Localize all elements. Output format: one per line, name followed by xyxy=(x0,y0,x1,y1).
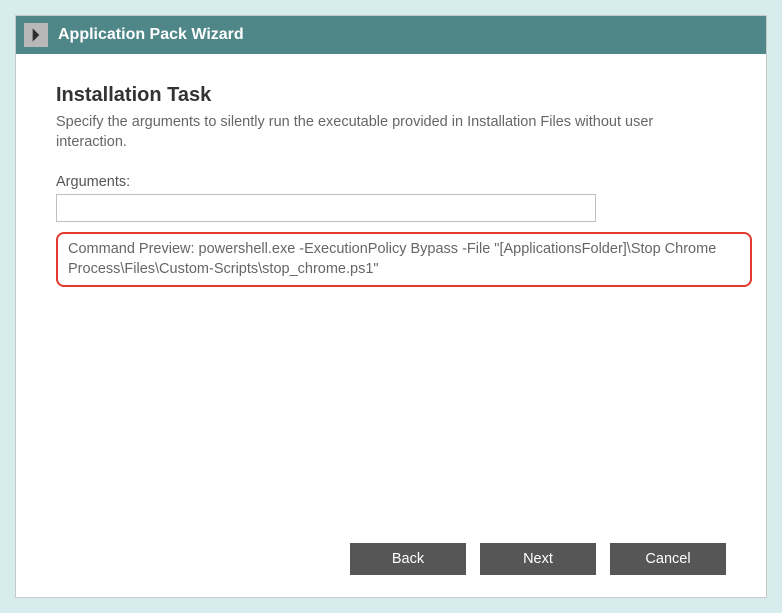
wizard-window: Application Pack Wizard Installation Tas… xyxy=(15,15,767,598)
arguments-label: Arguments: xyxy=(56,174,726,190)
title-bar-text: Application Pack Wizard xyxy=(58,26,244,44)
back-button[interactable]: Back xyxy=(350,543,466,575)
wizard-icon xyxy=(24,23,48,47)
title-bar: Application Pack Wizard xyxy=(16,16,766,54)
cancel-button[interactable]: Cancel xyxy=(610,543,726,575)
next-button[interactable]: Next xyxy=(480,543,596,575)
command-preview-box: Command Preview: powershell.exe -Executi… xyxy=(56,232,752,287)
content-area: Installation Task Specify the arguments … xyxy=(16,54,766,543)
arguments-input[interactable] xyxy=(56,194,596,222)
page-heading: Installation Task xyxy=(56,84,726,107)
command-preview-text: Command Preview: powershell.exe -Executi… xyxy=(68,241,716,277)
page-description: Specify the arguments to silently run th… xyxy=(56,113,726,152)
button-row: Back Next Cancel xyxy=(16,543,766,597)
